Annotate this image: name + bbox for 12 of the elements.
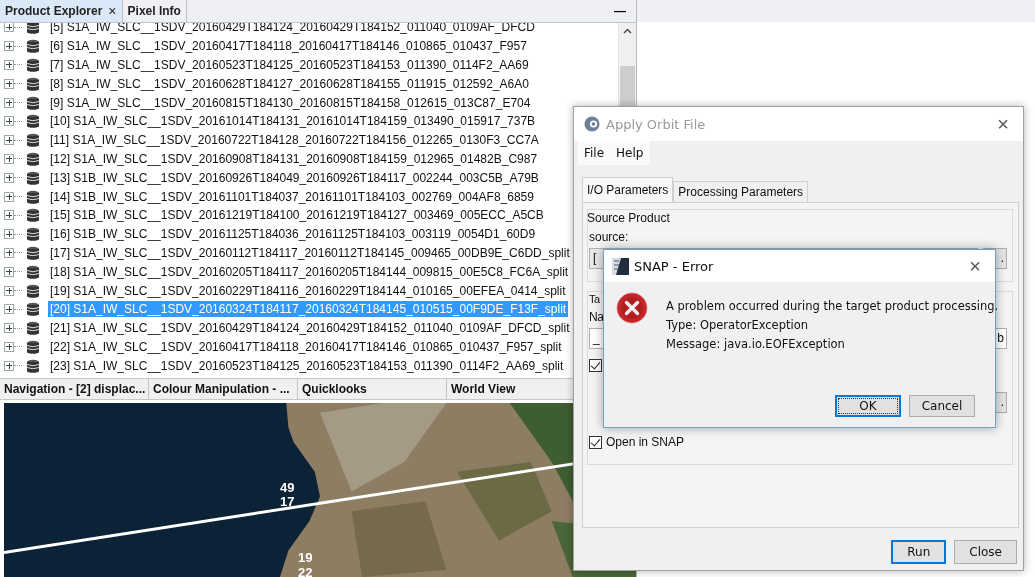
error-message: Type: OperatorException [666,318,809,332]
window-title: Apply Orbit File [606,116,707,132]
field-label: Na [589,310,605,324]
group-title: Source Product [587,211,671,225]
map-label: 49 [280,481,295,494]
map-label: 19 [298,551,313,564]
map-label: 17 [280,495,295,508]
map-label: 22 [298,566,313,577]
error-message: Message: java.io.EOFException [666,337,846,351]
field-label: source: [589,230,630,244]
window-title: SNAP - Error [634,258,715,274]
checkbox-label: Open in SNAP [606,435,685,449]
